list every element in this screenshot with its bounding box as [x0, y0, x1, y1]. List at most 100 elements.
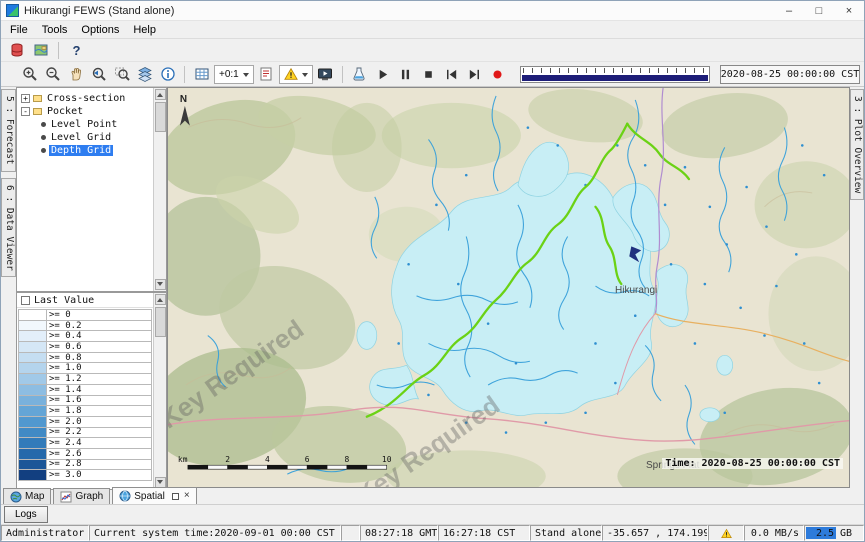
- pause-button[interactable]: [395, 64, 416, 85]
- scroll-down-button[interactable]: [155, 279, 166, 290]
- last-value-checkbox[interactable]: [21, 296, 30, 305]
- close-tab-icon[interactable]: ×: [184, 491, 190, 501]
- map-canvas[interactable]: N km 2 4 6 8 10: [168, 88, 849, 487]
- svg-text:2: 2: [225, 455, 230, 464]
- tab-map[interactable]: Map: [3, 488, 51, 504]
- toolbar-separator: [342, 66, 343, 83]
- info-button[interactable]: [157, 64, 178, 85]
- scrollbar-thumb[interactable]: [155, 102, 166, 132]
- help-button[interactable]: ?: [66, 40, 87, 61]
- pan-hand-icon: [68, 66, 84, 82]
- map-panel: N km 2 4 6 8 10 API Key Required API: [167, 87, 850, 488]
- zoom-in-button[interactable]: [19, 64, 40, 85]
- toolbar-separator: [184, 66, 185, 83]
- tree-node-depth-grid[interactable]: Depth Grid: [21, 144, 152, 157]
- app-icon: [6, 4, 19, 17]
- spatial-globe-icon: [119, 490, 131, 502]
- grid-display-button[interactable]: [191, 64, 212, 85]
- warning-icon: [284, 67, 298, 81]
- chevron-down-icon: [243, 73, 249, 80]
- export-button[interactable]: [349, 64, 370, 85]
- legend-color-swatch: [18, 438, 47, 449]
- profile-button[interactable]: [256, 64, 277, 85]
- first-frame-button[interactable]: [441, 64, 462, 85]
- status-bar: Administrator Current system time:2020-0…: [1, 525, 864, 541]
- database-button[interactable]: [6, 40, 27, 61]
- document-icon: [258, 66, 274, 82]
- tree-node-label: Cross-section: [45, 93, 127, 104]
- collapse-icon[interactable]: -: [21, 107, 30, 116]
- legend-color-swatch: [18, 396, 47, 407]
- legend-label: >= 0.6: [47, 342, 152, 353]
- tree-node-label: Pocket: [45, 106, 85, 117]
- tree-node-cross-section[interactable]: + Cross-section: [21, 92, 152, 105]
- tree-node-label: Level Grid: [49, 132, 113, 143]
- folder-icon: [33, 95, 42, 102]
- timeline-slider[interactable]: [520, 66, 710, 83]
- logs-button[interactable]: Logs: [4, 506, 48, 523]
- scroll-up-button[interactable]: [155, 89, 166, 100]
- expand-icon[interactable]: +: [21, 94, 30, 103]
- last-frame-button[interactable]: [464, 64, 485, 85]
- timeline-navigator-bar[interactable]: [522, 75, 708, 81]
- tab-data-viewer[interactable]: 6 : Data Viewer: [1, 178, 16, 278]
- minimize-button[interactable]: –: [774, 1, 804, 20]
- screen-icon: [317, 66, 333, 82]
- undock-icon[interactable]: [172, 493, 179, 500]
- tab-forecast[interactable]: 5 : Forecast: [1, 89, 16, 172]
- menu-tools[interactable]: Tools: [35, 22, 75, 38]
- map-toolbar: +0:1: [1, 62, 864, 87]
- legend-scrollbar: [153, 293, 166, 489]
- legend-row: >= 2.4: [18, 438, 152, 449]
- stop-button[interactable]: [418, 64, 439, 85]
- record-button[interactable]: [487, 64, 508, 85]
- tree-node-level-grid[interactable]: Level Grid: [21, 131, 152, 144]
- zoom-extent-button[interactable]: [111, 64, 132, 85]
- legend-label: >= 2.6: [47, 449, 152, 460]
- pan-button[interactable]: [65, 64, 86, 85]
- legend-table: >= 0 >= 0.2 >= 0.4 >= 0.6 >= 0.8 >= 1.0 …: [18, 309, 152, 488]
- zoom-previous-button[interactable]: [88, 64, 109, 85]
- frame-interval-combo[interactable]: +0:1: [214, 65, 254, 84]
- animation-button[interactable]: [315, 64, 336, 85]
- tab-plot-overview[interactable]: 3 : Plot Overview: [850, 89, 864, 200]
- svg-text:6: 6: [305, 455, 310, 464]
- close-button[interactable]: ×: [834, 1, 864, 20]
- legend-row: >= 2.6: [18, 449, 152, 460]
- layers-icon: [137, 66, 153, 82]
- bottom-tab-bar: Map Graph Spatial ×: [1, 488, 864, 505]
- menu-help[interactable]: Help: [126, 22, 163, 38]
- zoom-out-button[interactable]: [42, 64, 63, 85]
- maximize-button[interactable]: □: [804, 1, 834, 20]
- legend-row: >= 1.6: [18, 396, 152, 407]
- play-button[interactable]: [372, 64, 393, 85]
- tab-graph[interactable]: Graph: [53, 488, 110, 504]
- warnings-dropdown[interactable]: [279, 65, 313, 84]
- tree-scrollbar: [153, 88, 166, 291]
- tree-node-pocket[interactable]: - Pocket: [21, 105, 152, 118]
- svg-text:10: 10: [382, 455, 392, 464]
- status-memory: 2.5 GB: [804, 525, 864, 541]
- legend-color-swatch: [18, 342, 47, 353]
- map-display-button[interactable]: [30, 40, 51, 61]
- layer-tree: + Cross-section - Pocket Level Point Lev…: [18, 89, 152, 290]
- legend-color-swatch: [18, 460, 47, 471]
- scrollbar-thumb[interactable]: [155, 307, 166, 337]
- status-spacer: [341, 525, 360, 541]
- tree-node-level-point[interactable]: Level Point: [21, 118, 152, 131]
- legend-row: >= 2.2: [18, 428, 152, 439]
- menu-options[interactable]: Options: [74, 22, 126, 38]
- app-window: Hikurangi FEWS (Stand alone) – □ × File …: [0, 0, 865, 542]
- datetime-display: 2020-08-25 00:00:00 CST: [720, 65, 860, 84]
- legend-row: >= 0.8: [18, 353, 152, 364]
- triangle-up-icon: [157, 295, 163, 302]
- tab-spatial[interactable]: Spatial ×: [112, 487, 196, 504]
- scroll-up-button[interactable]: [155, 294, 166, 305]
- layers-button[interactable]: [134, 64, 155, 85]
- right-tab-strip: 3 : Plot Overview: [850, 87, 864, 488]
- menu-file[interactable]: File: [3, 22, 35, 38]
- legend-color-swatch: [18, 374, 47, 385]
- map-time-label: Time: 2020-08-25 00:00:00 CST: [662, 458, 843, 469]
- layer-bullet-icon: [41, 122, 46, 127]
- legend-label: >= 0.4: [47, 331, 152, 342]
